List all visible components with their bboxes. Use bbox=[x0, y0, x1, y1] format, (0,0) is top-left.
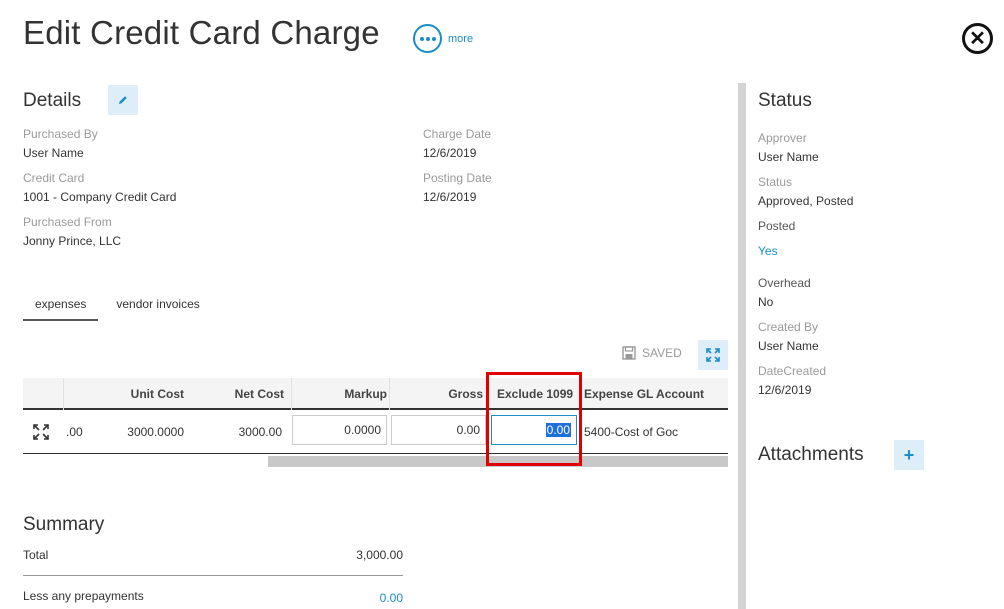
col-expense-gl-account[interactable]: Expense GL Account bbox=[584, 378, 724, 410]
row-expand-icon[interactable] bbox=[33, 410, 49, 454]
col-markup[interactable]: Markup bbox=[321, 378, 387, 410]
add-attachment-button[interactable]: + bbox=[894, 440, 924, 470]
cell-unit-cost: 3000.0000 bbox=[127, 425, 184, 439]
posting-date-value: 12/6/2019 bbox=[423, 190, 477, 204]
expand-grid-button[interactable] bbox=[698, 340, 728, 370]
total-label: Total bbox=[23, 548, 49, 562]
pencil-icon bbox=[119, 96, 127, 104]
more-label[interactable]: more bbox=[448, 33, 473, 45]
created-by-label: Created By bbox=[758, 320, 819, 334]
status-heading: Status bbox=[758, 90, 812, 111]
table-row: .00 3000.0000 3000.00 0.0000 0.00 0.00 5… bbox=[23, 410, 728, 454]
details-heading: Details bbox=[23, 90, 82, 111]
overhead-value: No bbox=[758, 295, 774, 309]
panel-divider bbox=[738, 83, 746, 609]
purchased-by-label: Purchased By bbox=[23, 127, 98, 141]
prepay-label: Less any prepayments bbox=[23, 589, 144, 603]
approver-value: User Name bbox=[758, 150, 819, 164]
status-label: Status bbox=[758, 175, 793, 189]
overhead-label: Overhead bbox=[758, 276, 811, 290]
attachments-heading: Attachments bbox=[758, 444, 864, 465]
date-created-label: DateCreated bbox=[758, 364, 827, 378]
posting-date-label: Posting Date bbox=[423, 171, 492, 185]
col-net-cost[interactable]: Net Cost bbox=[218, 378, 284, 410]
grid-header: Unit Cost Net Cost Markup Gross Exclude … bbox=[23, 378, 728, 410]
purchased-by-value: User Name bbox=[23, 146, 84, 160]
gross-input[interactable]: 0.00 bbox=[391, 415, 486, 445]
date-created-value: 12/6/2019 bbox=[758, 383, 812, 397]
edit-details-button[interactable] bbox=[108, 85, 138, 115]
cell-net-cost: 3000.00 bbox=[238, 425, 282, 439]
page-title: Edit Credit Card Charge bbox=[23, 14, 380, 51]
purchased-from-value: Jonny Prince, LLC bbox=[23, 234, 122, 248]
approver-label: Approver bbox=[758, 131, 807, 145]
close-icon[interactable]: ✕ bbox=[962, 23, 993, 54]
credit-card-label: Credit Card bbox=[23, 171, 85, 185]
saved-indicator: SAVED bbox=[622, 346, 682, 360]
posted-value[interactable]: Yes bbox=[758, 244, 778, 258]
summary-heading: Summary bbox=[23, 514, 105, 535]
summary-divider bbox=[23, 575, 403, 576]
cell-partial-value: .00 bbox=[66, 425, 83, 439]
exclude-1099-value: 0.00 bbox=[545, 423, 571, 437]
summary-prepay-row: Less any prepayments 0.00 bbox=[23, 589, 403, 605]
more-button[interactable]: more bbox=[413, 24, 473, 53]
saved-label: SAVED bbox=[642, 346, 682, 360]
created-by-value: User Name bbox=[758, 339, 819, 353]
prepay-value[interactable]: 0.00 bbox=[380, 591, 403, 605]
expenses-grid: Unit Cost Net Cost Markup Gross Exclude … bbox=[23, 378, 728, 454]
tab-expenses[interactable]: expenses bbox=[23, 294, 99, 321]
grid-horizontal-scrollbar[interactable] bbox=[268, 456, 728, 467]
cell-expense-gl-account[interactable]: 5400-Cost of Goc bbox=[584, 410, 704, 454]
plus-icon: + bbox=[903, 444, 915, 465]
col-gross[interactable]: Gross bbox=[413, 378, 483, 410]
save-icon bbox=[622, 346, 636, 360]
expand-icon bbox=[706, 348, 720, 362]
purchased-from-label: Purchased From bbox=[23, 215, 112, 229]
more-icon[interactable] bbox=[413, 24, 442, 53]
exclude-1099-input[interactable]: 0.00 bbox=[491, 415, 577, 445]
tab-bar: expenses vendor invoices bbox=[23, 294, 212, 321]
charge-date-value: 12/6/2019 bbox=[423, 146, 477, 160]
total-value: 3,000.00 bbox=[356, 548, 403, 562]
credit-card-value: 1001 - Company Credit Card bbox=[23, 190, 177, 204]
status-value: Approved, Posted bbox=[758, 194, 854, 208]
summary-total-row: Total 3,000.00 bbox=[23, 548, 403, 562]
col-exclude-1099[interactable]: Exclude 1099 bbox=[497, 378, 577, 410]
charge-date-label: Charge Date bbox=[423, 127, 492, 141]
tab-vendor-invoices[interactable]: vendor invoices bbox=[104, 294, 211, 321]
col-unit-cost[interactable]: Unit Cost bbox=[118, 378, 184, 410]
posted-label: Posted bbox=[758, 219, 796, 233]
markup-input[interactable]: 0.0000 bbox=[292, 415, 387, 445]
